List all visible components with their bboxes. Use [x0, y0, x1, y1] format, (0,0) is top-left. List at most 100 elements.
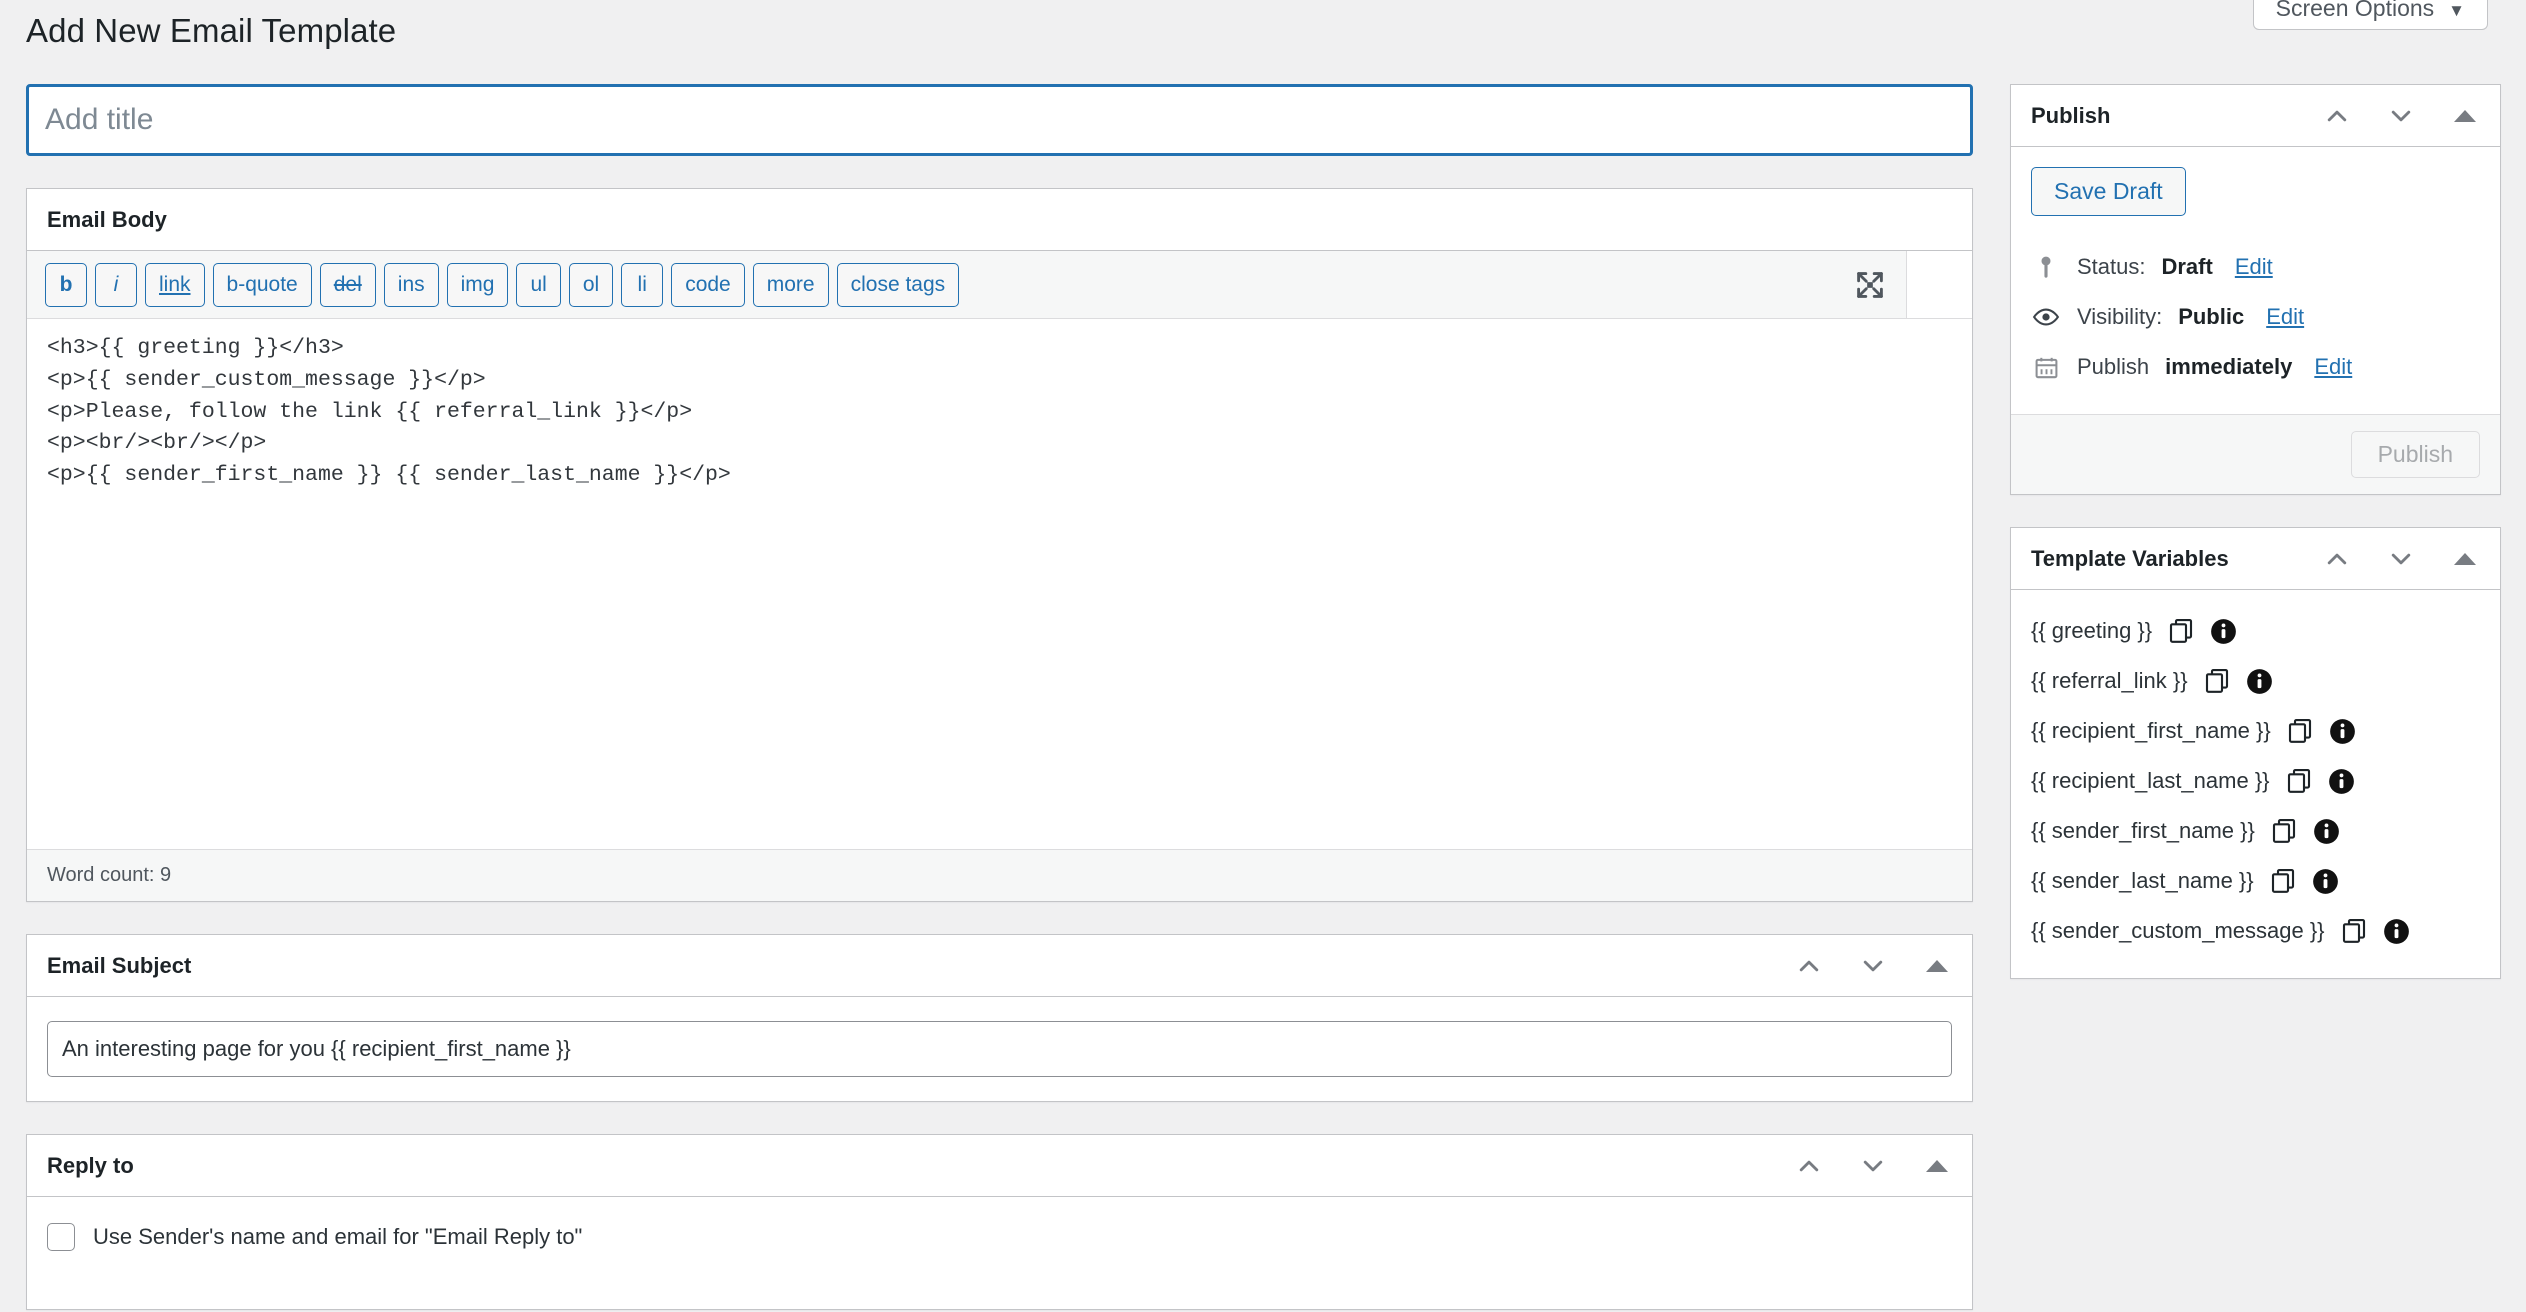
copy-icon[interactable] [2268, 866, 2298, 896]
info-icon[interactable] [2246, 668, 2273, 695]
email-subject-panel: Email Subject [26, 934, 1973, 1102]
sidebar-column: Publish Save Draft Status: Draft Edit Vi… [2010, 84, 2501, 979]
move-up-icon[interactable] [1794, 951, 1824, 981]
move-down-icon[interactable] [2386, 101, 2416, 131]
post-title-wrapper [26, 84, 1973, 156]
save-draft-button[interactable]: Save Draft [2031, 167, 2186, 216]
copy-icon[interactable] [2166, 616, 2196, 646]
screen-options-button[interactable]: Screen Options ▼ [2252, 0, 2488, 30]
list-item: {{ sender_first_name }} [2031, 806, 2480, 856]
toggle-panel-icon[interactable] [2450, 101, 2480, 131]
word-count-label: Word count: 9 [47, 864, 172, 886]
edit-schedule-link[interactable]: Edit [2314, 354, 2352, 380]
editor-quicktags-toolbar: b i link b-quote del ins img ul ol li co… [27, 251, 1972, 319]
screen-options-label: Screen Options [2275, 0, 2435, 21]
publish-panel-header: Publish [2011, 85, 2500, 147]
post-schedule-row: Publish immediately Edit [2031, 342, 2480, 392]
list-item: {{ recipient_first_name }} [2031, 706, 2480, 756]
copy-icon[interactable] [2339, 916, 2369, 946]
use-sender-reply-to-label: Use Sender's name and email for "Email R… [93, 1224, 583, 1249]
eye-icon [2031, 302, 2061, 332]
publish-panel: Publish Save Draft Status: Draft Edit Vi… [2010, 84, 2501, 495]
template-variables-list: {{ greeting }} {{ referral_link }} {{re… [2011, 590, 2500, 978]
publish-panel-controls [2322, 101, 2480, 131]
copy-icon[interactable] [2202, 666, 2232, 696]
email-body-panel-title: Email Body [47, 206, 167, 232]
list-item: {{ recipient_last_name }} [2031, 756, 2480, 806]
template-variable-name: {{ recipient_first_name }} [2031, 718, 2271, 743]
page-title: Add New Email Template [26, 12, 397, 49]
email-subject-input[interactable] [47, 1021, 1952, 1077]
edit-visibility-link[interactable]: Edit [2266, 304, 2304, 330]
list-item: {{ referral_link }} [2031, 656, 2480, 706]
email-subject-panel-title: Email Subject [47, 952, 192, 978]
quicktag-del-button[interactable]: del [319, 262, 376, 307]
post-visibility-row: Visibility: Public Edit [2031, 292, 2480, 342]
template-variable-name: {{ sender_custom_message }} [2031, 918, 2325, 943]
post-visibility-prefix: Visibility: [2077, 304, 2163, 329]
quicktag-more-button[interactable]: more [752, 262, 829, 307]
email-body-textarea[interactable]: <h3>{{ greeting }}</h3> <p>{{ sender_cus… [27, 319, 1972, 849]
list-item: {{ sender_custom_message }} [2031, 906, 2480, 956]
post-title-input[interactable] [26, 84, 1973, 156]
quicktag-li-button[interactable]: li [621, 262, 664, 307]
move-up-icon[interactable] [2322, 544, 2352, 574]
quicktag-ol-button[interactable]: ol [568, 262, 614, 307]
template-variables-panel-header: Template Variables [2011, 528, 2500, 590]
quicktag-i-button[interactable]: i [95, 262, 137, 307]
info-icon[interactable] [2313, 818, 2340, 845]
template-variable-name: {{ greeting }} [2031, 618, 2153, 643]
template-variables-panel-title: Template Variables [2031, 545, 2229, 571]
move-up-icon[interactable] [2322, 101, 2352, 131]
reply-to-panel-header: Reply to [27, 1135, 1972, 1197]
quicktag-link-button[interactable]: link [145, 262, 205, 307]
info-icon[interactable] [2312, 868, 2339, 895]
quicktag-ul-button[interactable]: ul [516, 262, 561, 307]
quicktag-b-button[interactable]: b [45, 262, 87, 307]
quicktag-code-button[interactable]: code [671, 262, 745, 307]
fullscreen-icon[interactable] [1852, 267, 1888, 303]
info-icon[interactable] [2328, 768, 2355, 795]
quicktag-ins-button[interactable]: ins [383, 262, 439, 307]
post-schedule-prefix: Publish [2077, 354, 2150, 379]
post-status-prefix: Status: [2077, 254, 2146, 279]
edit-status-link[interactable]: Edit [2235, 254, 2273, 280]
publish-button[interactable]: Publish [2350, 431, 2480, 478]
move-down-icon[interactable] [1858, 951, 1888, 981]
template-variable-name: {{ sender_first_name }} [2031, 818, 2255, 843]
template-variable-name: {{ sender_last_name }} [2031, 868, 2254, 893]
email-body-panel: Email Body b i link b-quote del ins img … [26, 188, 1973, 902]
email-subject-panel-header: Email Subject [27, 935, 1972, 997]
move-up-icon[interactable] [1794, 1151, 1824, 1181]
toggle-panel-icon[interactable] [1922, 1151, 1952, 1181]
copy-icon[interactable] [2284, 766, 2314, 796]
info-icon[interactable] [2383, 918, 2410, 945]
main-content-column: Email Body b i link b-quote del ins img … [26, 84, 1973, 1310]
reply-to-panel-body: Use Sender's name and email for "Email R… [27, 1197, 1972, 1309]
calendar-icon [2031, 352, 2061, 382]
move-down-icon[interactable] [2386, 544, 2416, 574]
quicktag-button-group: b i link b-quote del ins img ul ol li co… [45, 262, 960, 307]
reply-to-panel-controls [1794, 1151, 1952, 1181]
copy-icon[interactable] [2269, 816, 2299, 846]
quicktag-bquote-button[interactable]: b-quote [212, 262, 312, 307]
post-status-row: Status: Draft Edit [2031, 242, 2480, 292]
chevron-down-icon: ▼ [2448, 1, 2465, 20]
email-subject-panel-controls [1794, 951, 1952, 981]
quicktag-close-tags-button[interactable]: close tags [836, 262, 960, 307]
move-down-icon[interactable] [1858, 1151, 1888, 1181]
quicktag-img-button[interactable]: img [446, 262, 509, 307]
toggle-panel-icon[interactable] [1922, 951, 1952, 981]
use-sender-reply-to-checkbox[interactable] [47, 1223, 75, 1251]
info-icon[interactable] [2210, 618, 2237, 645]
info-icon[interactable] [2329, 718, 2356, 745]
editor-toolbar-gap [1906, 251, 1972, 318]
reply-to-panel: Reply to Use Sender's name and email for… [26, 1134, 1973, 1310]
publish-panel-title: Publish [2031, 102, 2111, 128]
post-status-value: Draft [2161, 254, 2213, 279]
email-subject-panel-body [27, 997, 1972, 1101]
publish-panel-footer: Publish [2011, 414, 2500, 494]
copy-icon[interactable] [2285, 716, 2315, 746]
reply-to-panel-title: Reply to [47, 1152, 134, 1178]
toggle-panel-icon[interactable] [2450, 544, 2480, 574]
